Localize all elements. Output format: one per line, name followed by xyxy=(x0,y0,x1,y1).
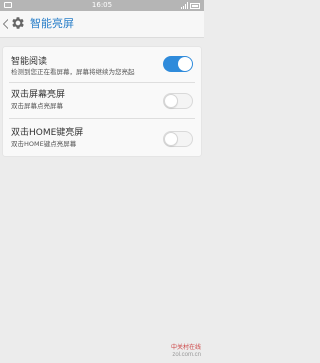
divider xyxy=(9,118,195,119)
setting-subtitle: 双击HOME键点亮屏幕 xyxy=(11,140,77,148)
setting-row-double-tap-screen[interactable]: 双击屏幕亮屏 双击屏幕点亮屏幕 xyxy=(3,84,201,115)
status-bar: 16:05 xyxy=(0,0,204,11)
status-time: 16:05 xyxy=(91,1,113,9)
watermark-line1: 中关村在线 xyxy=(170,345,201,351)
divider xyxy=(9,82,195,83)
chevron-left-icon[interactable] xyxy=(3,19,8,29)
setting-row-smart-reading[interactable]: 智能阅读 检测到您正在看屏幕，屏幕将继续为您亮起 xyxy=(3,47,201,80)
settings-list: 智能阅读 检测到您正在看屏幕，屏幕将继续为您亮起 双击屏幕亮屏 双击屏幕点亮屏幕… xyxy=(3,47,201,156)
page-title: 智能亮屏 xyxy=(30,17,74,30)
setting-title: 智能阅读 xyxy=(11,57,48,67)
setting-subtitle: 检测到您正在看屏幕，屏幕将继续为您亮起 xyxy=(11,68,135,76)
title-bar: 智能亮屏 xyxy=(0,11,204,38)
signal-icon xyxy=(181,2,188,9)
double-tap-home-toggle[interactable] xyxy=(163,131,193,147)
toggle-knob xyxy=(178,57,192,71)
setting-row-double-tap-home[interactable]: 双击HOME键亮屏 双击HOME键点亮屏幕 xyxy=(3,120,201,154)
battery-icon xyxy=(190,2,200,9)
setting-title: 双击HOME键亮屏 xyxy=(11,128,84,138)
watermark-line2: zol.com.cn xyxy=(172,352,201,358)
toggle-knob xyxy=(164,94,178,108)
smart-reading-toggle[interactable] xyxy=(163,56,193,72)
screen: 16:05 智能亮屏 智能阅读 检测到您正在看屏幕，屏幕将继续为您亮起 双击屏幕… xyxy=(0,0,204,363)
setting-subtitle: 双击屏幕点亮屏幕 xyxy=(11,102,63,110)
setting-title: 双击屏幕亮屏 xyxy=(11,90,66,100)
toggle-knob xyxy=(164,132,178,146)
watermark: 中关村在线 zol.com.cn xyxy=(171,345,201,359)
status-icons xyxy=(181,2,200,9)
double-tap-screen-toggle[interactable] xyxy=(163,93,193,109)
gear-icon xyxy=(12,17,24,29)
